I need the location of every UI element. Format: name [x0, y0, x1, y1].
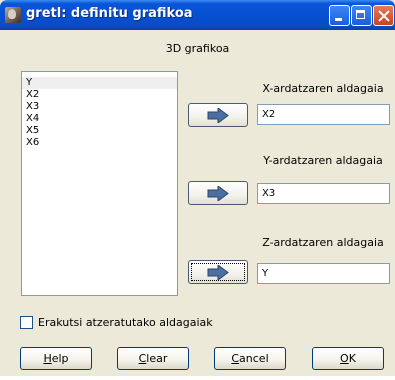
- clear-label: lear: [146, 352, 168, 365]
- right-arrow-icon: [207, 265, 229, 280]
- help-label: elp: [51, 352, 69, 365]
- clear-button[interactable]: Clear: [117, 347, 189, 370]
- dialog-subtitle: 3D grafikoa: [165, 42, 230, 55]
- y-axis-label: Y-ardatzaren aldagaia: [263, 154, 383, 167]
- list-item[interactable]: X6: [22, 137, 177, 149]
- ok-mnemonic: O: [340, 352, 349, 365]
- show-omitted-label: Erakutsi atzeratutako aldagaiak: [38, 316, 213, 329]
- cancel-mnemonic: C: [231, 352, 240, 365]
- ok-label: K: [348, 352, 356, 365]
- title-bar[interactable]: gretl: definitu grafikoa: [0, 0, 395, 30]
- x-axis-field[interactable]: X2: [257, 104, 390, 125]
- list-item[interactable]: Y: [22, 77, 177, 89]
- ok-button[interactable]: OK: [312, 347, 384, 370]
- right-arrow-icon: [207, 108, 229, 123]
- add-x-variable-button[interactable]: [188, 103, 248, 127]
- list-item[interactable]: X5: [22, 125, 177, 137]
- z-axis-field[interactable]: Y: [257, 263, 390, 284]
- add-z-variable-button[interactable]: [188, 260, 248, 284]
- help-button[interactable]: Help: [20, 347, 92, 370]
- close-button[interactable]: [373, 5, 394, 26]
- z-axis-label: Z-ardatzaren aldagaia: [262, 236, 384, 249]
- minimize-button[interactable]: [329, 5, 350, 26]
- y-axis-field[interactable]: X3: [257, 183, 390, 204]
- maximize-button[interactable]: [351, 5, 372, 26]
- gretl-app-icon[interactable]: [5, 7, 21, 23]
- cancel-button[interactable]: Cancel: [214, 347, 286, 370]
- list-item[interactable]: X2: [22, 89, 177, 101]
- window-title: gretl: definitu grafikoa: [26, 6, 193, 21]
- add-y-variable-button[interactable]: [188, 181, 248, 205]
- right-arrow-icon: [207, 186, 229, 201]
- help-mnemonic: H: [43, 352, 52, 365]
- variable-list[interactable]: Y X2 X3 X4 X5 X6: [21, 71, 178, 296]
- show-omitted-checkbox[interactable]: [20, 316, 33, 329]
- x-axis-label: X-ardatzaren aldagaia: [262, 82, 384, 95]
- list-item[interactable]: X4: [22, 113, 177, 125]
- dialog-window: gretl: definitu grafikoa 3D grafikoa Y X…: [0, 0, 395, 376]
- cancel-label: ancel: [239, 352, 269, 365]
- list-item[interactable]: X3: [22, 101, 177, 113]
